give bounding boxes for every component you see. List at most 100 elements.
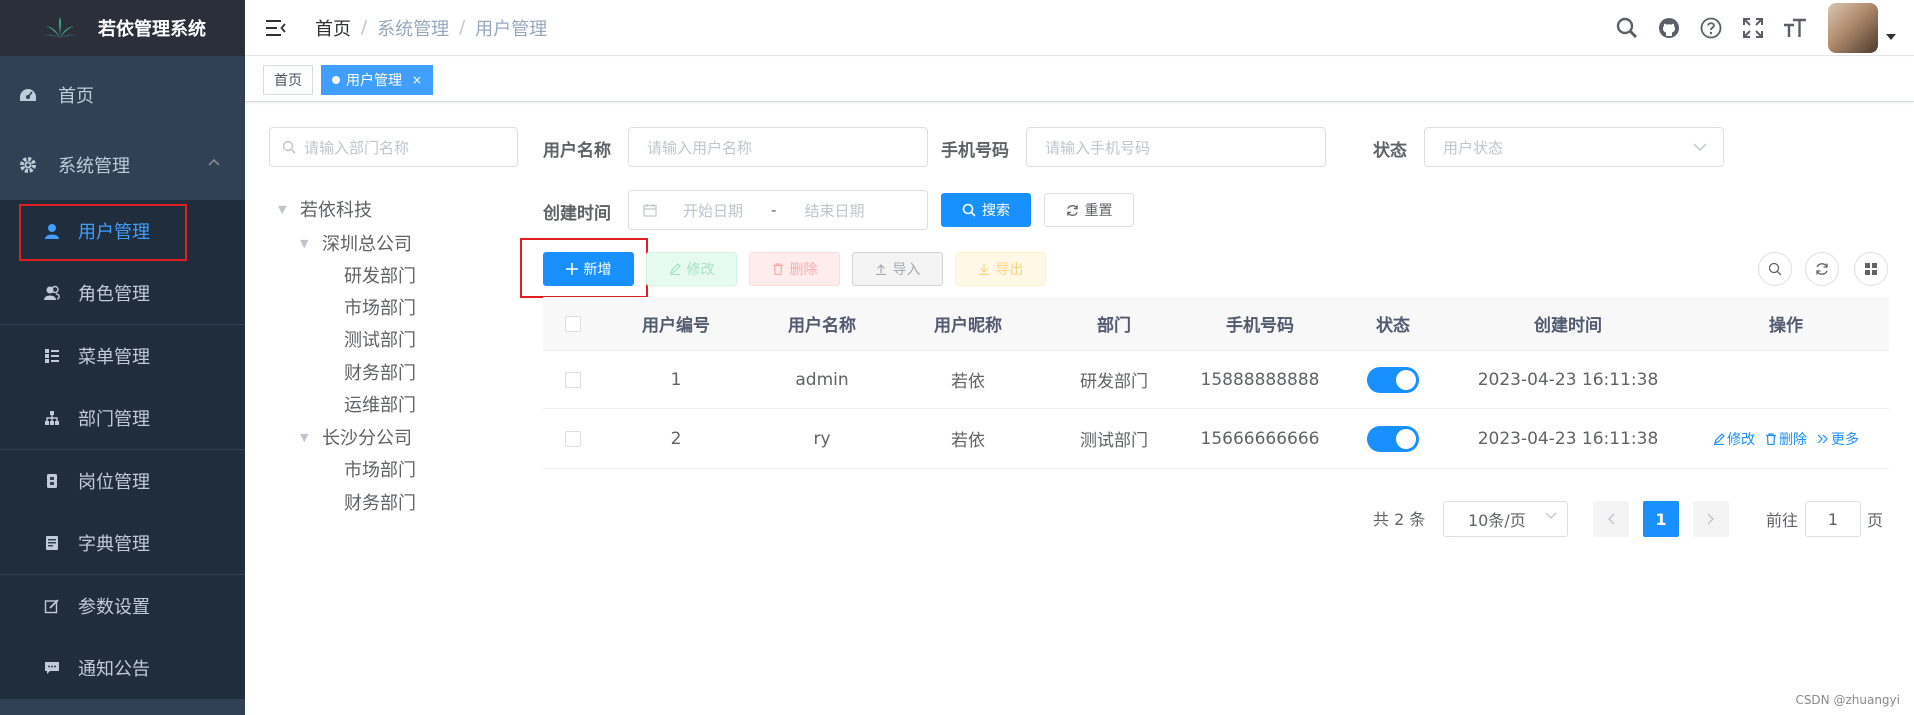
columns-button[interactable] xyxy=(1854,252,1888,286)
ruoyi-logo-icon xyxy=(42,17,78,38)
goto-page-input[interactable]: 1 xyxy=(1805,501,1861,537)
edit-icon xyxy=(1714,432,1725,445)
caret-down-icon[interactable]: ▼ xyxy=(300,431,314,444)
breadcrumb-system: 系统管理 xyxy=(377,18,450,40)
table-row[interactable]: 2 ry 若依 测试部门 15666666666 2023-04-23 16:1… xyxy=(543,409,1889,469)
caret-down-icon[interactable] xyxy=(1886,34,1896,40)
tree-node-dept[interactable]: 测试部门 xyxy=(344,326,416,352)
edit-icon xyxy=(669,263,681,275)
sidebar-item-dicts[interactable]: 字典管理 xyxy=(0,512,245,574)
status-switch[interactable] xyxy=(1367,366,1419,393)
hamburger-icon[interactable] xyxy=(265,17,287,39)
github-icon[interactable] xyxy=(1656,15,1682,41)
avatar[interactable] xyxy=(1828,3,1878,53)
column-header: 用户编号 xyxy=(642,316,710,336)
tree-node-dept[interactable]: 运维部门 xyxy=(344,391,416,417)
page-button[interactable]: 1 xyxy=(1643,501,1679,537)
breadcrumb: 首页 / 系统管理 / 用户管理 xyxy=(315,15,547,41)
page-size-select[interactable]: 10条/页 xyxy=(1443,501,1568,537)
font-size-icon[interactable] xyxy=(1782,15,1808,41)
prev-page-button[interactable] xyxy=(1593,501,1629,537)
tree-node-dept[interactable]: 财务部门 xyxy=(344,489,416,515)
cell-user-id: 2 xyxy=(670,428,682,449)
tag-users[interactable]: 用户管理 × xyxy=(321,65,434,95)
sidebar-item-config[interactable]: 参数设置 xyxy=(0,575,245,637)
column-header: 操作 xyxy=(1769,316,1803,336)
sidebar-item-depts[interactable]: 部门管理 xyxy=(0,387,245,449)
grid-icon xyxy=(1865,263,1877,275)
dept-search-input[interactable]: 请输入部门名称 xyxy=(269,127,518,167)
reset-button[interactable]: 重置 xyxy=(1044,193,1134,227)
fullscreen-icon[interactable] xyxy=(1740,15,1766,41)
status-switch[interactable] xyxy=(1367,425,1419,452)
username-input[interactable]: 请输入用户名称 xyxy=(628,127,928,167)
export-button[interactable]: 导出 xyxy=(955,252,1046,286)
tree-node-changsha[interactable]: ▼ 长沙分公司 xyxy=(300,424,412,450)
tree-node-root[interactable]: ▼ 若依科技 xyxy=(278,196,372,222)
search-icon[interactable] xyxy=(1614,15,1640,41)
date-range-picker[interactable]: 开始日期 - 结束日期 xyxy=(628,190,928,230)
search-button[interactable]: 搜索 xyxy=(941,193,1031,227)
refresh-icon xyxy=(1816,263,1828,275)
delete-button[interactable]: 删除 xyxy=(749,252,840,286)
sidebar-item-label: 通知公告 xyxy=(78,659,150,680)
sidebar-item-notice[interactable]: 通知公告 xyxy=(0,637,245,699)
import-button[interactable]: 导入 xyxy=(852,252,943,286)
upload-icon xyxy=(875,264,886,275)
sidebar-item-label: 参数设置 xyxy=(78,597,150,618)
toggle-search-button[interactable] xyxy=(1758,252,1792,286)
delete-icon xyxy=(1766,432,1776,445)
chevron-down-icon xyxy=(1545,512,1557,519)
close-icon[interactable]: × xyxy=(412,73,422,87)
logo-area[interactable]: 若依管理系统 xyxy=(0,0,245,56)
chevron-left-icon xyxy=(1608,513,1615,525)
next-page-button[interactable] xyxy=(1693,501,1729,537)
highlight-box xyxy=(19,204,187,261)
sidebar-item-roles[interactable]: 角色管理 xyxy=(0,262,245,324)
start-date-input[interactable]: 开始日期 xyxy=(683,200,743,221)
cell-dept: 研发部门 xyxy=(1080,372,1148,392)
cell-operations: 修改 删除 更多 xyxy=(1683,409,1889,468)
column-header: 手机号码 xyxy=(1226,316,1294,336)
select-all-checkbox[interactable] xyxy=(565,315,581,332)
sidebar-item-home[interactable]: 首页 xyxy=(0,64,245,126)
tree-node-dept[interactable]: 研发部门 xyxy=(344,262,416,288)
refresh-button[interactable] xyxy=(1805,252,1839,286)
sidebar-item-posts[interactable]: 岗位管理 xyxy=(0,450,245,512)
row-more-link[interactable]: 更多 xyxy=(1817,429,1859,449)
row-checkbox[interactable] xyxy=(565,430,581,447)
tree-node-dept[interactable]: 市场部门 xyxy=(344,294,416,320)
sidebar: 若依管理系统 首页 系统管理 用户管理 角色管理 菜单管理 部门管理 岗位管理 … xyxy=(0,0,245,715)
phone-label: 手机号码 xyxy=(941,141,1009,161)
phone-input[interactable]: 请输入手机号码 xyxy=(1026,127,1326,167)
sidebar-item-system[interactable]: 系统管理 xyxy=(0,134,245,196)
tree-node-shenzhen[interactable]: ▼ 深圳总公司 xyxy=(300,230,412,256)
tree-icon xyxy=(42,408,62,428)
end-date-input[interactable]: 结束日期 xyxy=(804,200,864,221)
sidebar-item-menus[interactable]: 菜单管理 xyxy=(0,325,245,387)
caret-down-icon[interactable]: ▼ xyxy=(278,203,292,216)
status-select[interactable]: 用户状态 xyxy=(1424,127,1724,167)
refresh-icon xyxy=(1066,204,1078,216)
double-arrow-right-icon xyxy=(1817,434,1828,443)
row-checkbox[interactable] xyxy=(565,371,581,388)
tag-home[interactable]: 首页 xyxy=(263,65,313,95)
row-delete-link[interactable]: 删除 xyxy=(1765,429,1807,449)
caret-down-icon[interactable]: ▼ xyxy=(300,237,314,250)
breadcrumb-users: 用户管理 xyxy=(475,18,548,40)
edit-button[interactable]: 修改 xyxy=(646,252,737,286)
edit-icon xyxy=(42,596,62,616)
cell-phone: 15666666666 xyxy=(1200,428,1320,449)
post-icon xyxy=(42,471,62,491)
created-label: 创建时间 xyxy=(543,204,611,224)
tree-node-dept[interactable]: 财务部门 xyxy=(344,359,416,385)
tree-node-dept[interactable]: 市场部门 xyxy=(344,456,416,482)
breadcrumb-home[interactable]: 首页 xyxy=(315,15,351,41)
cell-username: ry xyxy=(813,428,831,449)
search-icon xyxy=(962,203,976,217)
cell-operations xyxy=(1683,351,1889,408)
row-edit-link[interactable]: 修改 xyxy=(1713,429,1755,449)
table-row[interactable]: 1 admin 若依 研发部门 15888888888 2023-04-23 1… xyxy=(543,351,1889,409)
question-icon[interactable] xyxy=(1698,15,1724,41)
sidebar-item-label: 岗位管理 xyxy=(78,472,150,493)
